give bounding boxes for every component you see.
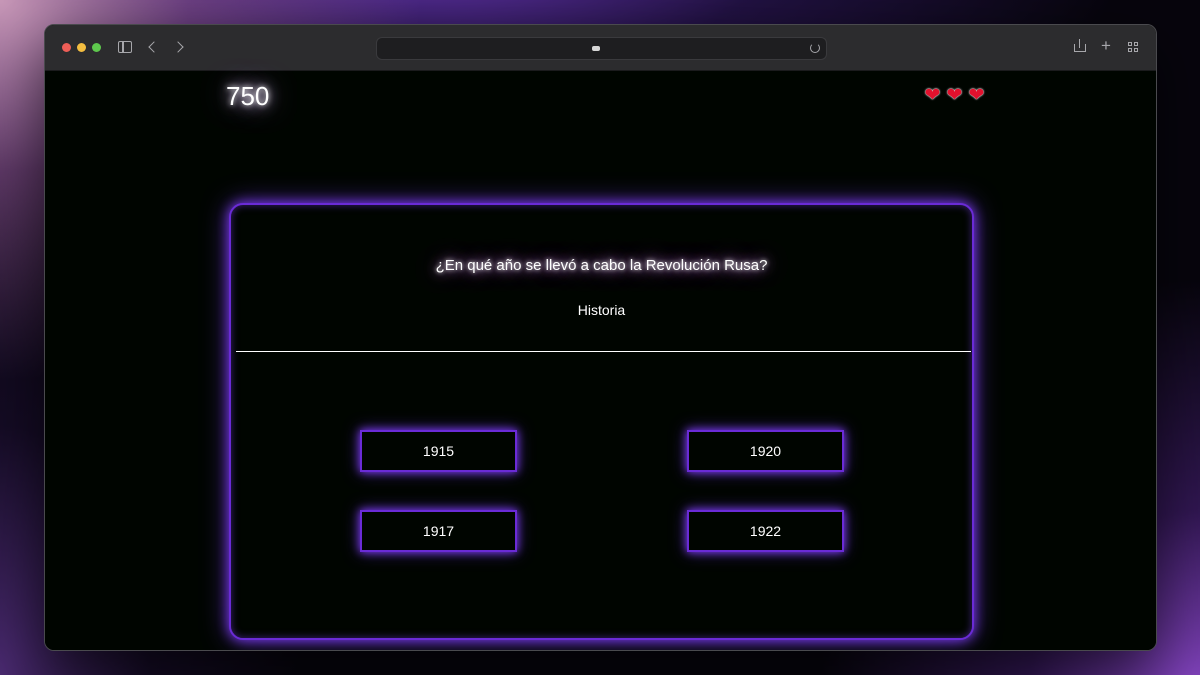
minimize-window-button[interactable] (77, 43, 86, 52)
share-icon[interactable] (1074, 39, 1086, 52)
close-window-button[interactable] (62, 43, 71, 52)
lives-indicator: ❤ ❤ ❤ (922, 86, 987, 105)
question-card: ¿En qué año se llevó a cabo la Revolució… (229, 203, 974, 640)
zoom-window-button[interactable] (92, 43, 101, 52)
answer-option-button[interactable]: 1915 (360, 430, 517, 472)
forward-chevron-icon[interactable] (172, 41, 184, 53)
divider (236, 351, 971, 352)
heart-icon: ❤ (924, 85, 941, 106)
heart-icon: ❤ (968, 85, 985, 106)
answer-option-button[interactable]: 1922 (687, 510, 844, 552)
answer-option-button[interactable]: 1920 (687, 430, 844, 472)
sidebar-icon[interactable] (118, 41, 132, 53)
new-tab-plus-icon[interactable]: + (1101, 37, 1111, 55)
heart-icon: ❤ (946, 85, 963, 106)
page-icon (592, 46, 600, 51)
address-bar[interactable] (376, 37, 827, 60)
answer-option-button[interactable]: 1917 (360, 510, 517, 552)
tab-overview-icon[interactable] (1128, 42, 1139, 53)
score-display: 750 (226, 81, 270, 111)
browser-toolbar: + (45, 25, 1156, 71)
back-chevron-icon[interactable] (148, 41, 160, 53)
browser-window: + 750 ❤ ❤ ❤ ¿En qué año se llevó a cabo la… (44, 24, 1157, 651)
category-label: Historia (577, 302, 626, 318)
question-text: ¿En qué año se llevó a cabo la Revolució… (435, 257, 768, 274)
reload-icon[interactable] (810, 43, 820, 53)
game-area: 750 ❤ ❤ ❤ ¿En qué año se llevó a cabo la R… (45, 71, 1156, 650)
